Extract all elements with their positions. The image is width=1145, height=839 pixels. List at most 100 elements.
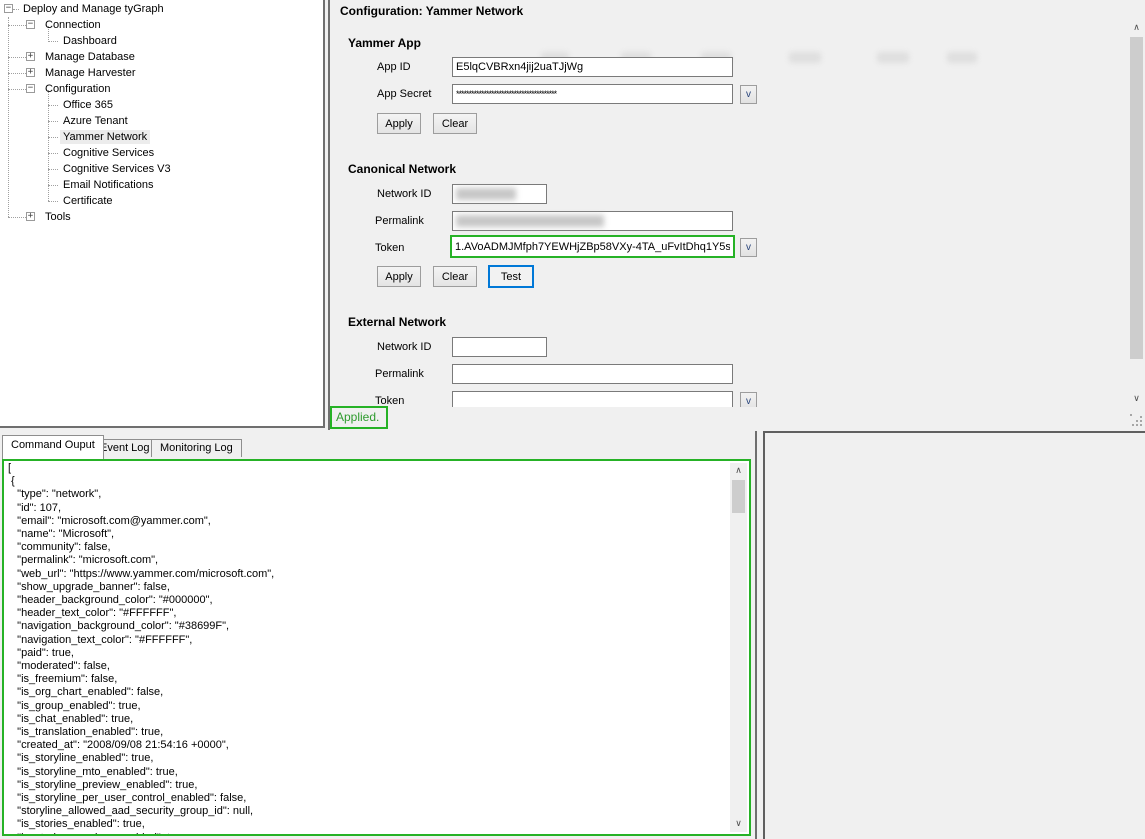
tree-connector <box>48 201 58 202</box>
tree-connector <box>48 41 58 42</box>
json-line: "moderated": false, <box>8 660 725 673</box>
tree-connector <box>48 153 58 154</box>
redacted-value-blur <box>456 188 516 200</box>
yammer-app-apply-button[interactable]: Apply <box>377 113 421 134</box>
tree-item-manage-harvester[interactable]: + Manage Harvester <box>0 65 323 81</box>
yammer-app-clear-button[interactable]: Clear <box>433 113 477 134</box>
app-id-input[interactable] <box>452 57 733 77</box>
tree-item-manage-database[interactable]: +Manage Database <box>0 49 323 65</box>
tree-item-deploy-and-manage-tygraph[interactable]: −Deploy and Manage tyGraph <box>0 1 323 17</box>
json-line: "show_upgrade_banner": false, <box>8 581 725 594</box>
tab-command-output[interactable]: Command Ouput <box>2 435 104 459</box>
tree-connector <box>8 217 26 218</box>
scrollbar-thumb[interactable] <box>1130 37 1143 359</box>
tree-connector <box>8 25 26 26</box>
redacted-value-blur <box>456 215 604 227</box>
config-panel: Configuration: Yammer Network Yammer App… <box>328 0 1145 430</box>
app-secret-input[interactable] <box>452 84 733 104</box>
tree-item-connection[interactable]: −Connection <box>0 17 323 33</box>
tree-item-yammer-network[interactable]: Yammer Network <box>0 129 323 145</box>
json-line: "is_stories_preview_enabled": true, <box>8 832 725 834</box>
scroll-down-icon[interactable]: ∨ <box>1128 391 1145 407</box>
expand-icon[interactable]: + <box>26 212 35 221</box>
app-secret-label: App Secret <box>377 88 431 100</box>
collapse-icon[interactable]: − <box>4 4 13 13</box>
canonical-test-button[interactable]: Test <box>488 265 534 288</box>
json-line: "is_freemium": false, <box>8 673 725 686</box>
external-token-input[interactable] <box>452 391 733 407</box>
json-line: "name": "Microsoft", <box>8 528 725 541</box>
app-secret-reveal-button[interactable]: v <box>740 85 757 104</box>
collapse-icon[interactable]: − <box>26 20 35 29</box>
status-badge: Applied. <box>330 406 388 429</box>
scroll-up-icon[interactable]: ∧ <box>1128 20 1145 36</box>
canonical-network-id-label: Network ID <box>377 188 431 200</box>
tree-item-cognitive-services-v3[interactable]: Cognitive Services V3 <box>0 161 323 177</box>
json-line: "is_storyline_per_user_control_enabled":… <box>8 792 725 805</box>
page-title: Configuration: Yammer Network <box>340 4 523 18</box>
canonical-network-id-input[interactable] <box>452 184 547 204</box>
output-scrollbar[interactable]: ∧ ∨ <box>730 463 747 832</box>
tree-item-office-365[interactable]: Office 365 <box>0 97 323 113</box>
scroll-up-icon[interactable]: ∧ <box>730 463 747 479</box>
tab-monitoring-log[interactable]: Monitoring Log <box>151 439 242 457</box>
json-line: "created_at": "2008/09/08 21:54:16 +0000… <box>8 739 725 752</box>
tree-item-dashboard[interactable]: Dashboard <box>0 33 323 49</box>
canonical-clear-button[interactable]: Clear <box>433 266 477 287</box>
tree: −Deploy and Manage tyGraph−ConnectionDas… <box>0 1 323 225</box>
json-line: "is_storyline_enabled": true, <box>8 752 725 765</box>
scrollbar-thumb[interactable] <box>732 480 745 513</box>
canonical-permalink-input[interactable] <box>452 211 733 231</box>
json-line: "permalink": "microsoft.com", <box>8 554 725 567</box>
canonical-token-reveal-button[interactable]: v <box>740 238 757 257</box>
tree-connector <box>13 9 19 10</box>
tree-connector <box>8 57 26 58</box>
tree-item-email-notifications[interactable]: Email Notifications <box>0 177 323 193</box>
scroll-down-icon[interactable]: ∨ <box>730 816 747 832</box>
tree-item-cognitive-services[interactable]: Cognitive Services <box>0 145 323 161</box>
config-form: Configuration: Yammer Network Yammer App… <box>330 0 1128 407</box>
external-network-id-label: Network ID <box>377 341 431 353</box>
json-line: "type": "network", <box>8 488 725 501</box>
json-line: { <box>8 475 725 488</box>
json-line: "navigation_background_color": "#38699F"… <box>8 620 725 633</box>
canonical-apply-button[interactable]: Apply <box>377 266 421 287</box>
tree-connector <box>48 185 58 186</box>
json-line: "navigation_text_color": "#FFFFFF", <box>8 634 725 647</box>
json-line: "storyline_allowed_aad_security_group_id… <box>8 805 725 818</box>
tree-connector <box>48 105 58 106</box>
tree-item-label: Azure Tenant <box>60 114 131 128</box>
redacted-blur <box>947 52 977 63</box>
section-title-external-network: External Network <box>348 315 446 329</box>
resize-grip-icon[interactable] <box>1130 414 1144 428</box>
external-permalink-input[interactable] <box>452 364 733 384</box>
tree-item-tools[interactable]: +Tools <box>0 209 323 225</box>
external-token-reveal-button[interactable]: v <box>740 392 757 407</box>
json-line: "web_url": "https://www.yammer.com/micro… <box>8 568 725 581</box>
navigation-tree-panel: −Deploy and Manage tyGraph−ConnectionDas… <box>0 0 325 428</box>
tree-item-azure-tenant[interactable]: Azure Tenant <box>0 113 323 129</box>
tree-item-label: Manage Harvester <box>42 66 139 80</box>
output-panel: Command Ouput Event Log Monitoring Log [… <box>0 431 757 839</box>
tree-item-configuration[interactable]: −Configuration <box>0 81 323 97</box>
redacted-blur <box>789 52 821 63</box>
config-scrollbar[interactable]: ∧ ∨ <box>1128 20 1145 407</box>
section-title-canonical-network: Canonical Network <box>348 162 456 176</box>
tree-item-label: Yammer Network <box>60 130 150 144</box>
json-line: "is_group_enabled": true, <box>8 700 725 713</box>
tree-item-label: Cognitive Services V3 <box>60 162 174 176</box>
tree-item-label: Cognitive Services <box>60 146 157 160</box>
app-id-label: App ID <box>377 61 411 73</box>
expand-icon[interactable]: + <box>26 68 35 77</box>
collapse-icon[interactable]: − <box>26 84 35 93</box>
empty-panel <box>763 431 1145 839</box>
external-network-id-input[interactable] <box>452 337 547 357</box>
tree-item-certificate[interactable]: Certificate <box>0 193 323 209</box>
json-line: [ <box>8 462 725 475</box>
canonical-token-input[interactable] <box>450 235 735 258</box>
json-line: "is_translation_enabled": true, <box>8 726 725 739</box>
expand-icon[interactable]: + <box>26 52 35 61</box>
tree-connector <box>8 89 26 90</box>
redacted-blur <box>877 52 909 63</box>
tree-connector <box>48 121 58 122</box>
